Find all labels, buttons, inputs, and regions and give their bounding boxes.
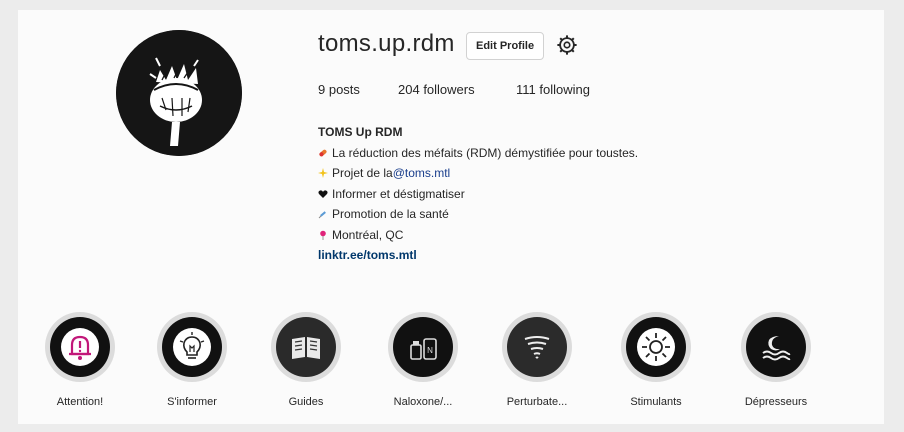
bio-line-3-text: Informer et déstigmatiser	[332, 186, 465, 201]
highlight-label: Dépresseurs	[744, 396, 808, 408]
bio-line-3: Informer et déstigmatiser	[318, 184, 638, 205]
highlight-label: Stimulants	[630, 396, 682, 408]
highlight-label: S'informer	[167, 396, 217, 408]
highlight-ring	[502, 312, 572, 382]
bio-line-2: Projet de la @toms.mtl	[318, 163, 638, 184]
highlight-naloxone[interactable]: N Naloxone/...	[378, 312, 468, 408]
highlight-cover	[276, 317, 336, 377]
followers-count: 204	[398, 82, 420, 97]
lightbulb-icon	[173, 328, 211, 366]
tornado-icon	[524, 336, 550, 359]
highlight-ring	[271, 312, 341, 382]
highlight-label: Attention!	[56, 396, 104, 408]
followers-label: followers	[419, 82, 475, 97]
following-stat[interactable]: 111 following	[516, 82, 590, 97]
profile-stats: 9 posts 204 followers 111 following	[318, 82, 590, 97]
story-highlights: Attention! S'informer Guides N Naloxone/…	[18, 312, 884, 422]
highlight-perturbateurs[interactable]: Perturbate...	[492, 312, 582, 408]
posts-stat: 9 posts	[318, 82, 398, 97]
highlight-guides[interactable]: Guides	[261, 312, 351, 408]
sun-icon	[637, 328, 675, 366]
highlight-cover	[507, 317, 567, 377]
edit-profile-button[interactable]: Edit Profile	[466, 32, 545, 60]
bio-line-1-text: La réduction des méfaits (RDM) démystifi…	[332, 145, 639, 160]
highlight-depresseurs[interactable]: Dépresseurs	[731, 312, 821, 408]
highlight-stimulants[interactable]: Stimulants	[611, 312, 701, 408]
profile-avatar[interactable]	[116, 30, 242, 156]
sparkles-emoji-icon	[318, 168, 328, 179]
svg-text:N: N	[427, 346, 433, 355]
profile-username: toms.up.rdm	[318, 30, 455, 57]
black-heart-emoji-icon	[318, 190, 328, 198]
highlight-label: Guides	[288, 396, 324, 408]
syringe-emoji-icon	[318, 211, 326, 219]
bio-name: TOMS Up RDM	[318, 125, 403, 139]
bio-line-5: Montréal, QC	[318, 225, 638, 246]
highlight-label: Naloxone/...	[393, 396, 453, 408]
bio-line-2-text: Projet de la	[332, 166, 393, 180]
naloxone-kit-icon: N	[410, 338, 437, 360]
highlight-label: Perturbate...	[506, 396, 568, 408]
highlight-sinformer[interactable]: S'informer	[147, 312, 237, 408]
profile-bio: TOMS Up RDM La réduction des méfaits (RD…	[318, 122, 638, 266]
posts-label: posts	[325, 82, 360, 97]
pill-emoji-icon	[319, 149, 327, 157]
highlight-cover	[746, 317, 806, 377]
poppy-logo-icon	[116, 30, 242, 156]
highlight-ring	[45, 312, 115, 382]
settings-gear-icon[interactable]	[556, 34, 578, 56]
highlight-ring	[157, 312, 227, 382]
bio-line-4: Promotion de la santé	[318, 204, 638, 225]
bio-line-5-text: Montréal, QC	[332, 227, 404, 242]
highlight-ring	[621, 312, 691, 382]
followers-stat[interactable]: 204 followers	[398, 82, 516, 97]
moon-waves-icon	[762, 336, 791, 361]
highlight-cover	[50, 317, 110, 377]
highlight-cover	[162, 317, 222, 377]
following-count: 111	[516, 82, 536, 97]
highlight-cover	[626, 317, 686, 377]
bio-external-link[interactable]: linktr.ee/toms.mtl	[318, 245, 638, 266]
highlight-ring: N	[388, 312, 458, 382]
bio-mention-link[interactable]: @toms.mtl	[393, 163, 451, 184]
highlight-ring	[741, 312, 811, 382]
location-pin-emoji-icon	[320, 230, 326, 240]
bell-icon	[61, 328, 99, 366]
highlight-cover: N	[393, 317, 453, 377]
bio-line-4-text: Promotion de la santé	[332, 207, 449, 221]
book-icon	[292, 337, 320, 359]
bio-line-1: La réduction des méfaits (RDM) démystifi…	[318, 143, 638, 164]
following-label: following	[535, 82, 590, 97]
highlight-attention[interactable]: Attention!	[35, 312, 125, 408]
profile-page: toms.up.rdm Edit Profile 9 posts 204 fol…	[18, 10, 884, 424]
